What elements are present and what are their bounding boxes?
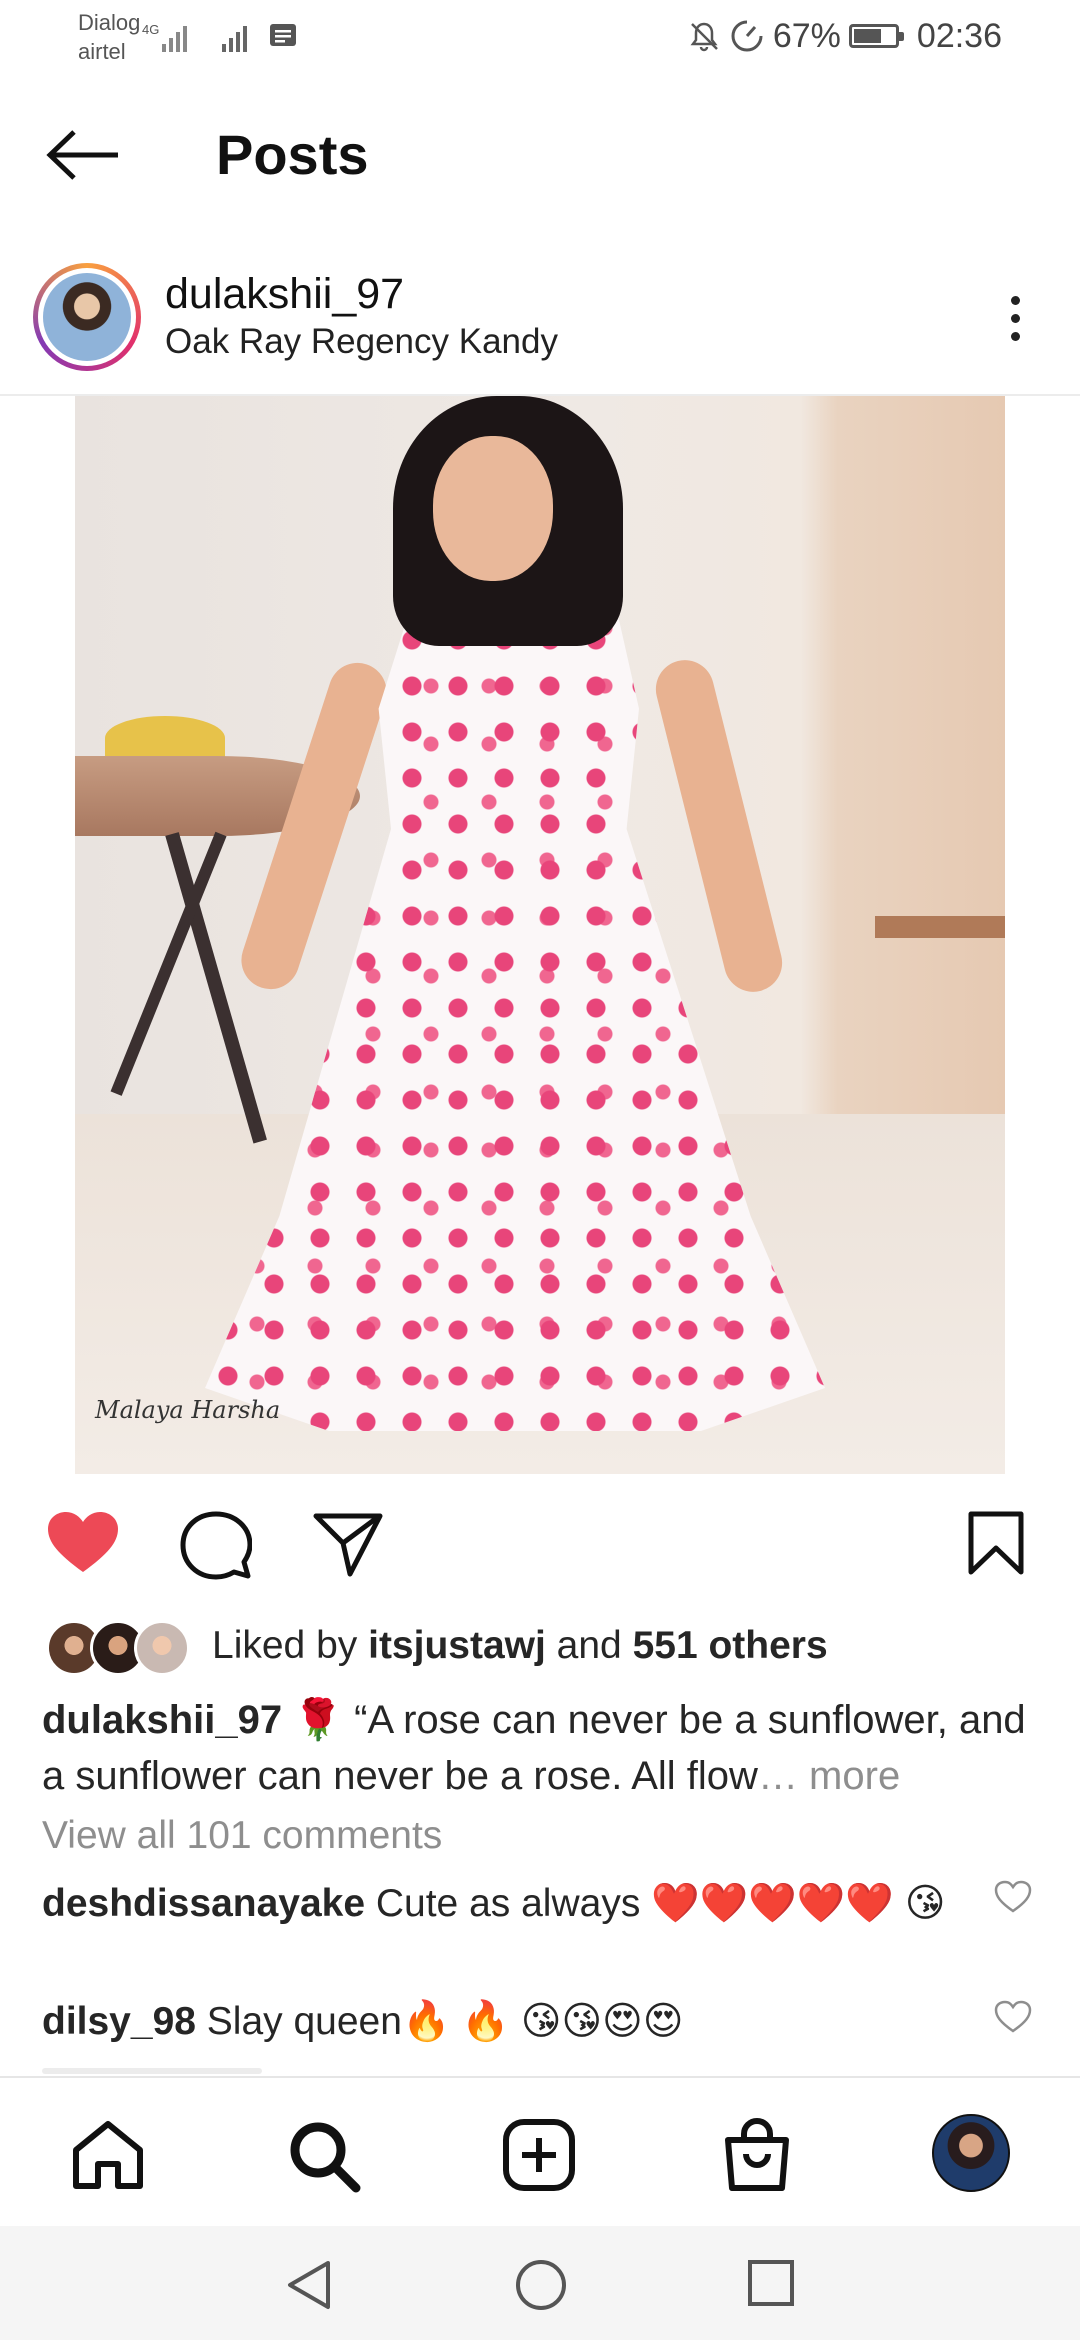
signal-strength-icon: 4G — [142, 22, 187, 52]
liked-others-link[interactable]: 551 others — [633, 1624, 828, 1667]
comment-username[interactable]: dilsy_98 — [42, 2000, 196, 2043]
caption-username[interactable]: dulakshii_97 — [42, 1698, 282, 1742]
page-title: Posts — [216, 123, 369, 186]
comment-text: Slay queen🔥 🔥 😘😘😍😍 — [195, 2000, 684, 2043]
comment-like-heart-icon[interactable] — [994, 1880, 1032, 1914]
post-author-avatar[interactable] — [33, 263, 141, 371]
caption-more-link[interactable]: … more — [758, 1754, 900, 1798]
save-bookmark-icon[interactable] — [966, 1510, 1026, 1576]
truncated-timestamp — [42, 2068, 262, 2074]
home-icon[interactable] — [70, 2118, 146, 2192]
bottom-navigation — [0, 2076, 1080, 2228]
bell-muted-icon — [690, 22, 718, 52]
post-photo[interactable]: Malaya Harsha — [75, 396, 1005, 1474]
comment-username[interactable]: deshdissanayake — [42, 1882, 365, 1925]
message-notification-icon — [270, 24, 296, 46]
status-bar: Dialog airtel 4G 67% 02:36 — [0, 0, 1080, 76]
shop-bag-icon[interactable] — [720, 2118, 794, 2194]
share-direct-icon[interactable] — [312, 1510, 384, 1580]
photographer-signature: Malaya Harsha — [95, 1396, 281, 1424]
new-post-icon[interactable] — [502, 2118, 576, 2192]
more-options-icon[interactable] — [1000, 290, 1030, 346]
back-arrow-icon[interactable] — [40, 128, 130, 182]
likes-summary[interactable]: Liked by itsjustawj and 551 others — [212, 1624, 828, 1668]
liked-and: and — [545, 1624, 633, 1667]
system-recents-icon[interactable] — [746, 2258, 796, 2308]
carrier-name-primary: Dialog — [78, 10, 141, 35]
liked-by-avatars[interactable] — [46, 1620, 190, 1676]
comment-like-heart-icon[interactable] — [994, 2000, 1032, 2034]
comment-item: deshdissanayake Cute as always ❤️❤️❤️❤️❤… — [42, 1876, 982, 1932]
search-icon[interactable] — [286, 2118, 362, 2194]
view-all-comments-link[interactable]: View all 101 comments — [42, 1814, 442, 1858]
liked-user-link[interactable]: itsjustawj — [368, 1624, 546, 1667]
comment-icon[interactable] — [180, 1510, 252, 1582]
post-location[interactable]: Oak Ray Regency Kandy — [165, 322, 558, 362]
status-right-group: 67% 02:36 — [687, 14, 1002, 58]
system-back-icon[interactable] — [284, 2258, 334, 2312]
like-heart-icon[interactable] — [46, 1510, 120, 1576]
post-caption: dulakshii_97 🌹 “A rose can never be a su… — [42, 1692, 1042, 1804]
signal-strength-2-icon — [222, 26, 247, 52]
top-app-bar: Posts — [0, 110, 1080, 200]
comment-text: Cute as always ❤️❤️❤️❤️❤️ 😘 — [365, 1882, 946, 1925]
system-home-icon[interactable] — [514, 2258, 568, 2312]
battery-percent: 67% — [772, 16, 841, 55]
post-author-username[interactable]: dulakshii_97 — [165, 270, 404, 319]
clock: 02:36 — [916, 16, 1002, 55]
comment-item: dilsy_98 Slay queen🔥 🔥 😘😘😍😍 — [42, 1994, 982, 2050]
battery-icon — [848, 24, 904, 48]
system-navigation-bar — [0, 2226, 1080, 2340]
liked-prefix: Liked by — [212, 1624, 369, 1667]
network-type-label: 4G — [142, 22, 159, 37]
data-saver-icon — [731, 20, 763, 52]
carrier-name-secondary: airtel — [78, 39, 126, 64]
carrier-label: Dialog airtel — [78, 8, 140, 66]
profile-avatar[interactable] — [932, 2114, 1010, 2192]
